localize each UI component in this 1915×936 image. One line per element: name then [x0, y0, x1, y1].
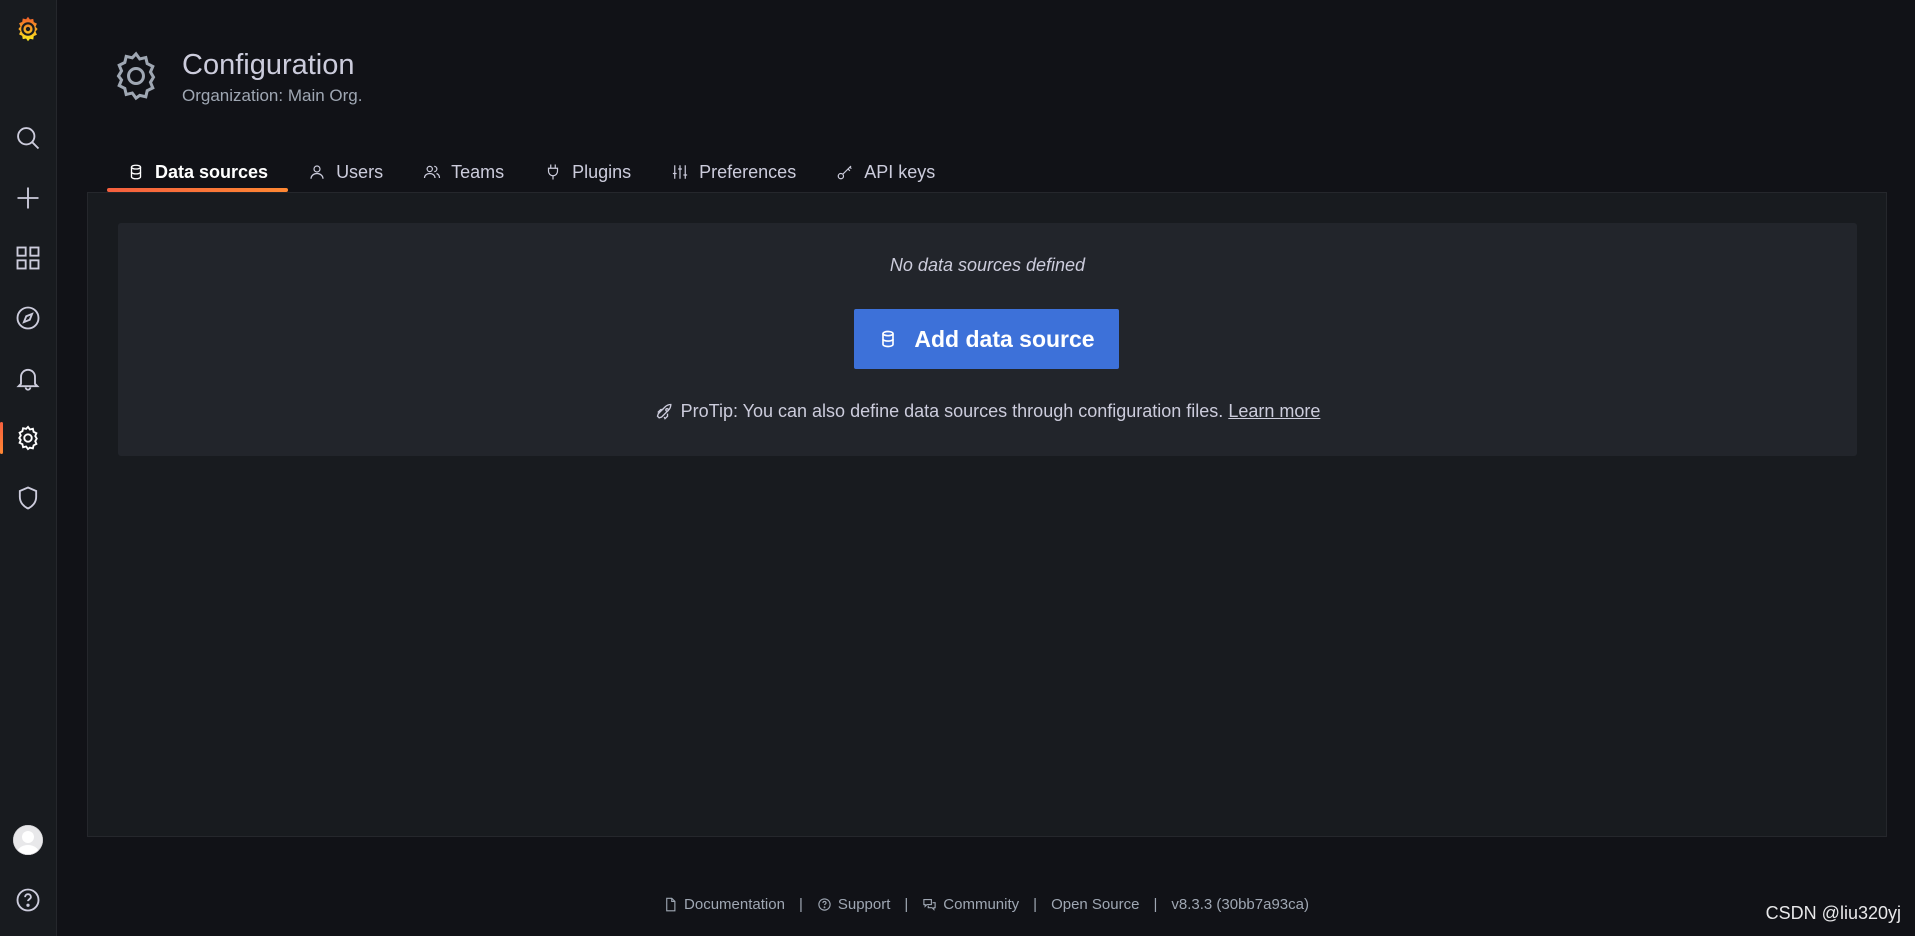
footer-separator: | — [1033, 896, 1038, 913]
explore-icon[interactable] — [0, 294, 56, 342]
rocket-icon — [656, 403, 672, 420]
sidebar — [0, 0, 57, 936]
sliders-icon — [673, 165, 688, 179]
tab-label: Users — [336, 161, 384, 182]
alerting-icon[interactable] — [0, 354, 56, 402]
comments-icon — [923, 898, 936, 911]
plus-icon[interactable] — [0, 174, 56, 222]
content-panel: No data sources defined Add data source … — [87, 192, 1887, 837]
grafana-logo-icon[interactable] — [0, 5, 56, 53]
question-circle-icon — [818, 898, 831, 911]
users-icon — [423, 165, 441, 179]
page-header: Configuration Organization: Main Org. — [108, 46, 362, 106]
footer-open-source-label: Open Source — [1051, 896, 1140, 913]
tab-api-keys[interactable]: API keys — [816, 152, 955, 192]
tab-preferences[interactable]: Preferences — [651, 152, 816, 192]
configuration-gear-icon — [116, 51, 156, 101]
page-subtitle: Organization: Main Org. — [182, 86, 363, 105]
footer: Documentation | Support | Community | Op… — [57, 896, 1915, 913]
protip-text: ProTip: You can also define data sources… — [680, 401, 1224, 421]
empty-state-card: No data sources defined Add data source … — [118, 223, 1857, 456]
footer-version-label: v8.3.3 (30bb7a93ca) — [1171, 896, 1309, 913]
database-icon — [130, 164, 142, 180]
user-icon — [310, 165, 324, 179]
tab-teams[interactable]: Teams — [403, 152, 524, 192]
avatar[interactable] — [0, 816, 56, 864]
watermark: CSDN @liu320yj — [1765, 903, 1901, 923]
document-icon — [666, 897, 676, 912]
dashboards-icon[interactable] — [0, 234, 56, 282]
tab-label: Preferences — [699, 161, 797, 182]
tab-label: Plugins — [572, 161, 632, 182]
add-data-source-button[interactable]: Add data source — [854, 309, 1119, 369]
footer-support-link[interactable]: Support — [817, 896, 891, 913]
footer-separator: | — [1153, 896, 1158, 913]
tab-bar: Data sources Users Teams Plugins Prefere… — [107, 152, 955, 192]
footer-version-link[interactable]: v8.3.3 (30bb7a93ca) — [1171, 896, 1309, 913]
protip: ProTip: You can also define data sources… — [118, 401, 1857, 422]
learn-more-link[interactable]: Learn more — [1228, 401, 1320, 422]
footer-community-label: Community — [943, 896, 1020, 913]
help-icon[interactable] — [0, 876, 56, 924]
shield-icon[interactable] — [0, 474, 56, 522]
add-data-source-label: Add data source — [914, 325, 1095, 352]
page-title: Configuration — [182, 49, 355, 81]
plug-icon — [547, 164, 559, 180]
footer-separator: | — [798, 896, 803, 913]
footer-documentation-label: Documentation — [684, 896, 785, 913]
key-icon — [837, 165, 853, 180]
tab-label: Data sources — [155, 161, 269, 182]
tab-label: Teams — [451, 161, 505, 182]
empty-state-title: No data sources defined — [889, 255, 1086, 275]
footer-community-link[interactable]: Community — [922, 896, 1019, 913]
database-icon — [882, 330, 895, 348]
tab-label: API keys — [864, 161, 936, 182]
footer-support-label: Support — [837, 896, 891, 913]
tab-plugins[interactable]: Plugins — [524, 152, 651, 192]
footer-open-source-link[interactable]: Open Source — [1051, 896, 1139, 913]
gear-icon[interactable] — [0, 414, 56, 462]
search-icon[interactable] — [0, 114, 56, 162]
tab-users[interactable]: Users — [288, 152, 403, 192]
footer-separator: | — [904, 896, 909, 913]
footer-documentation-link[interactable]: Documentation — [663, 896, 785, 913]
tab-data-sources[interactable]: Data sources — [107, 152, 289, 192]
